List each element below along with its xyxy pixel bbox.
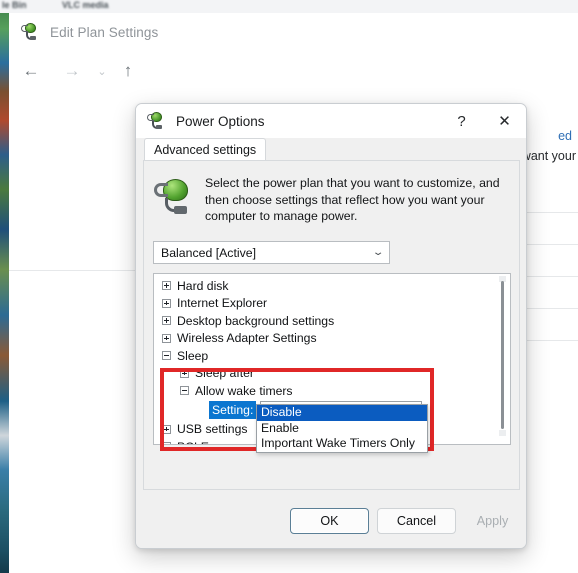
- dialog-title: Power Options: [176, 113, 265, 129]
- forward-button[interactable]: →: [59, 59, 85, 83]
- tree-label: Hard disk: [177, 278, 229, 293]
- dropdown-option-disable[interactable]: Disable: [257, 405, 427, 421]
- ok-button[interactable]: OK: [290, 508, 369, 534]
- tree-label: Desktop background settings: [177, 313, 335, 328]
- explorer-window: Edit Plan Settings ← → ⌄ ↑ › Control Pan…: [9, 13, 578, 573]
- tree-row-internet-explorer[interactable]: Internet Explorer: [154, 295, 494, 313]
- intro-block: Select the power plan that you want to c…: [153, 175, 509, 225]
- expand-icon[interactable]: [162, 424, 171, 434]
- help-button[interactable]: ?: [440, 104, 483, 138]
- dropdown-option-enable[interactable]: Enable: [257, 421, 427, 437]
- tree-row-desktop-background-settings[interactable]: Desktop background settings: [154, 312, 494, 330]
- tree-scrollbar[interactable]: [497, 276, 508, 442]
- cancel-button[interactable]: Cancel: [377, 508, 456, 534]
- collapse-icon[interactable]: [180, 386, 189, 396]
- scrollbar-track-bottom: [499, 430, 506, 436]
- tree-label: PCI Express: [177, 440, 245, 444]
- expand-icon[interactable]: [162, 316, 171, 326]
- apply-button: Apply: [464, 508, 521, 534]
- dropdown-option-important-wake-timers-only[interactable]: Important Wake Timers Only: [257, 436, 427, 452]
- tree-row-allow-wake-timers[interactable]: Allow wake timers: [154, 382, 494, 400]
- scrollbar-thumb[interactable]: [501, 281, 504, 429]
- power-plan-select[interactable]: Balanced [Active] ⌄: [153, 241, 390, 264]
- intro-power-plug-icon: [153, 177, 197, 221]
- dialog-titlebar: Power Options ? ✕: [136, 104, 526, 138]
- recent-locations-button[interactable]: ⌄: [89, 59, 115, 83]
- tree-label: Wireless Adapter Settings: [177, 331, 317, 346]
- expand-icon[interactable]: [162, 333, 171, 343]
- dialog-power-plug-icon: [147, 111, 167, 131]
- tree-label: Sleep after: [195, 366, 254, 381]
- explorer-titlebar: Edit Plan Settings: [9, 13, 578, 51]
- expand-icon[interactable]: [180, 368, 189, 378]
- chevron-down-icon: ⌄: [371, 247, 385, 258]
- explorer-title: Edit Plan Settings: [50, 24, 159, 40]
- power-options-dialog: Power Options ? ✕ Advanced settings Sele…: [135, 103, 527, 549]
- desktop-icon-label-vlc: VLC media: [62, 0, 109, 10]
- expand-icon[interactable]: [162, 442, 171, 444]
- desktop-icon-label-recycle-bin: le Bin: [2, 0, 27, 10]
- tree-label: USB settings: [177, 422, 248, 437]
- tab-advanced-settings[interactable]: Advanced settings: [144, 138, 267, 160]
- wake-timers-dropdown[interactable]: Disable Enable Important Wake Timers Onl…: [256, 404, 428, 453]
- background-text-fragment: want your: [521, 149, 576, 163]
- expand-icon[interactable]: [162, 281, 171, 291]
- tree-label: Allow wake timers: [195, 383, 293, 398]
- dialog-footer: OK Cancel Apply: [136, 494, 526, 548]
- background-divider: [9, 270, 135, 271]
- tree-label: Internet Explorer: [177, 296, 268, 311]
- dialog-window-buttons: ? ✕: [440, 104, 526, 138]
- setting-label: Setting:: [209, 401, 257, 419]
- intro-text: Select the power plan that you want to c…: [205, 176, 500, 223]
- dialog-tabstrip: Advanced settings: [136, 138, 526, 160]
- tree-row-sleep-after[interactable]: Sleep after: [154, 365, 494, 383]
- power-plan-value: Balanced [Active]: [161, 245, 257, 260]
- explorer-navbar: ← → ⌄ ↑ › Control Panel › Hardware and S…: [9, 51, 578, 124]
- desktop-icon-labels: le Bin VLC media: [0, 0, 578, 13]
- screenshot-root: le Bin VLC media Edit Plan Settings ← → …: [0, 0, 578, 573]
- desktop-wallpaper-strip: [0, 0, 9, 573]
- tree-label: Sleep: [177, 348, 209, 363]
- tree-row-hard-disk[interactable]: Hard disk: [154, 277, 494, 295]
- background-link-fragment[interactable]: ed: [558, 129, 572, 143]
- back-button[interactable]: ←: [18, 59, 44, 83]
- tree-row-sleep[interactable]: Sleep: [154, 347, 494, 365]
- collapse-icon[interactable]: [162, 351, 171, 361]
- up-button[interactable]: ↑: [115, 59, 141, 83]
- tree-row-wireless-adapter-settings[interactable]: Wireless Adapter Settings: [154, 330, 494, 348]
- expand-icon[interactable]: [162, 298, 171, 308]
- close-icon[interactable]: ✕: [483, 104, 526, 138]
- power-plug-icon: [21, 22, 41, 42]
